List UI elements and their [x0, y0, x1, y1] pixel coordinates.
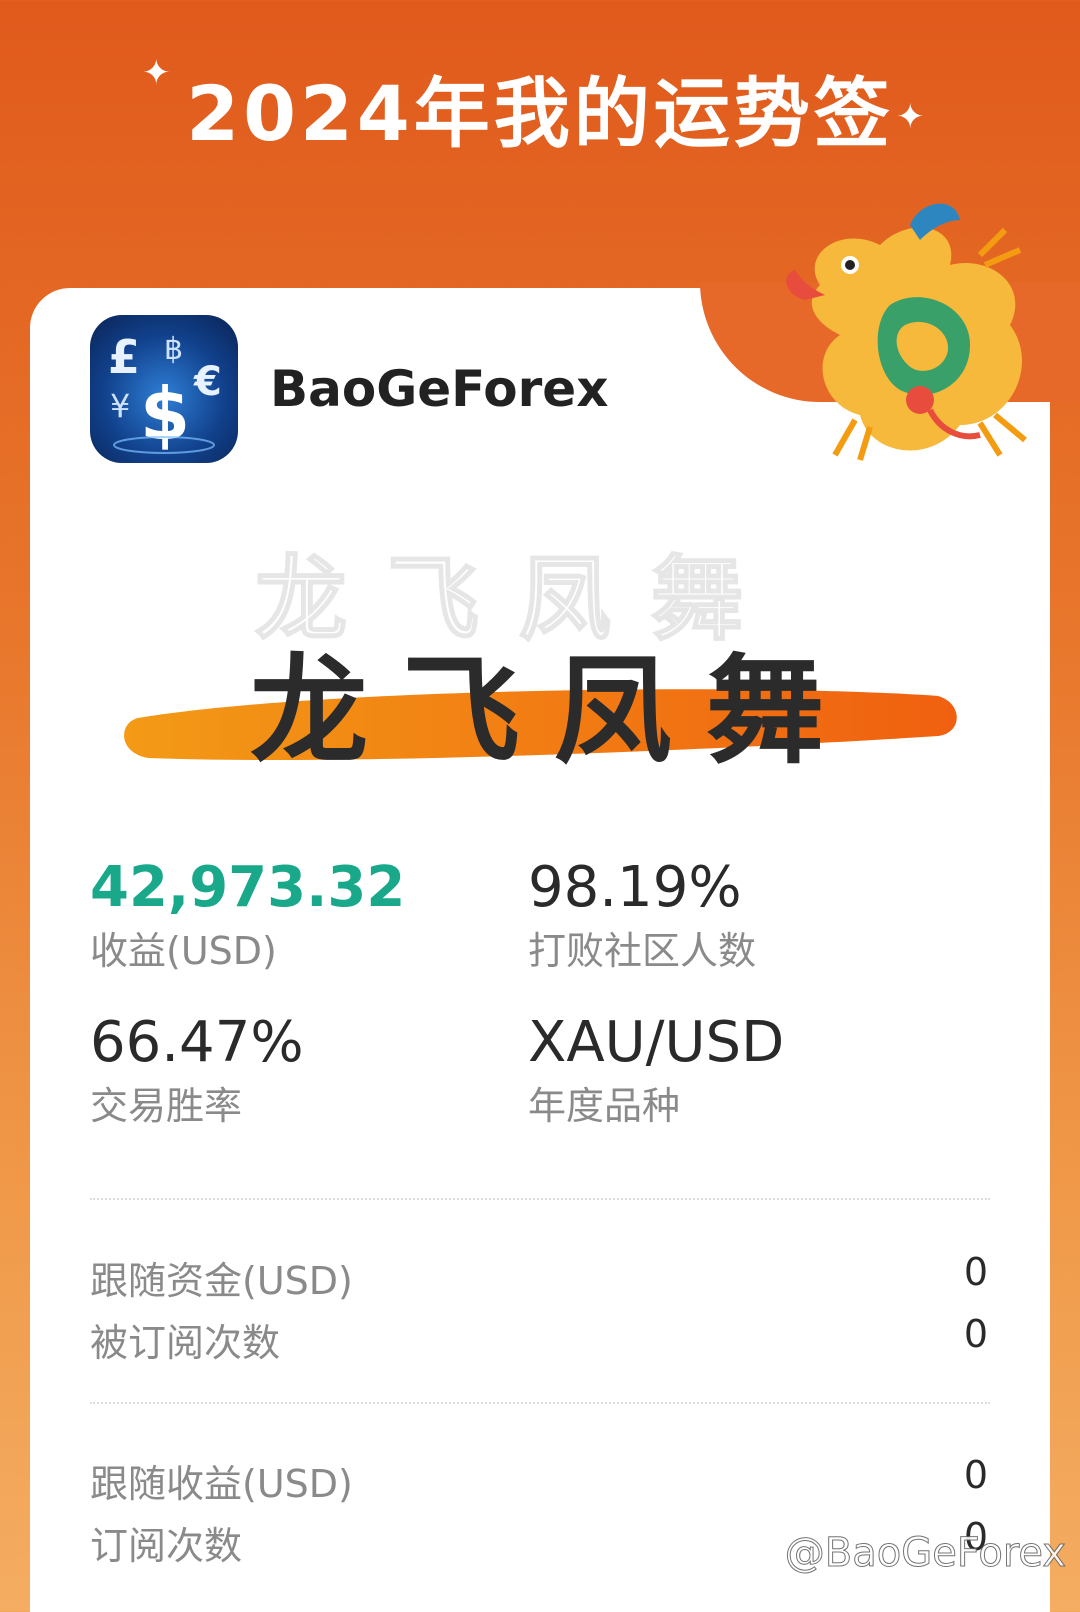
avatar[interactable]: £ ฿ € ¥ $	[90, 315, 238, 463]
profit-value: 42,973.32	[90, 855, 406, 920]
watermark: @BaoGeForex	[784, 1530, 1066, 1577]
subscribed-count-label: 被订阅次数	[90, 1321, 281, 1365]
symbol-value: XAU/USD	[528, 1010, 785, 1075]
subscription-count-label: 订阅次数	[90, 1524, 243, 1568]
divider	[90, 1198, 990, 1200]
fortune-slogan: 龙飞凤舞	[250, 642, 859, 780]
svg-text:€: €	[193, 359, 222, 405]
follow-profit-label: 跟随收益(USD)	[90, 1462, 353, 1506]
beat-rate-label: 打败社区人数	[528, 929, 757, 973]
svg-text:£: £	[108, 330, 140, 384]
svg-text:$: $	[140, 372, 190, 456]
username[interactable]: BaoGeForex	[270, 360, 608, 418]
currency-symbols-icon: £ ฿ € ¥ $	[108, 330, 222, 456]
symbol-label: 年度品种	[528, 1084, 681, 1128]
svg-text:¥: ¥	[110, 387, 130, 425]
win-rate-label: 交易胜率	[90, 1084, 243, 1128]
divider	[90, 1402, 990, 1404]
win-rate-value: 66.47%	[90, 1010, 304, 1075]
subscribed-count-value: 0	[963, 1312, 988, 1356]
profit-label: 收益(USD)	[90, 929, 277, 973]
follow-profit-value: 0	[963, 1453, 988, 1497]
beat-rate-value: 98.19%	[528, 855, 742, 920]
dragon-icon	[786, 203, 1027, 461]
follow-funds-label: 跟随资金(USD)	[90, 1259, 353, 1303]
sparkle-icon: ✦	[896, 97, 925, 137]
svg-text:฿: ฿	[164, 332, 183, 367]
follow-funds-value: 0	[963, 1250, 988, 1294]
